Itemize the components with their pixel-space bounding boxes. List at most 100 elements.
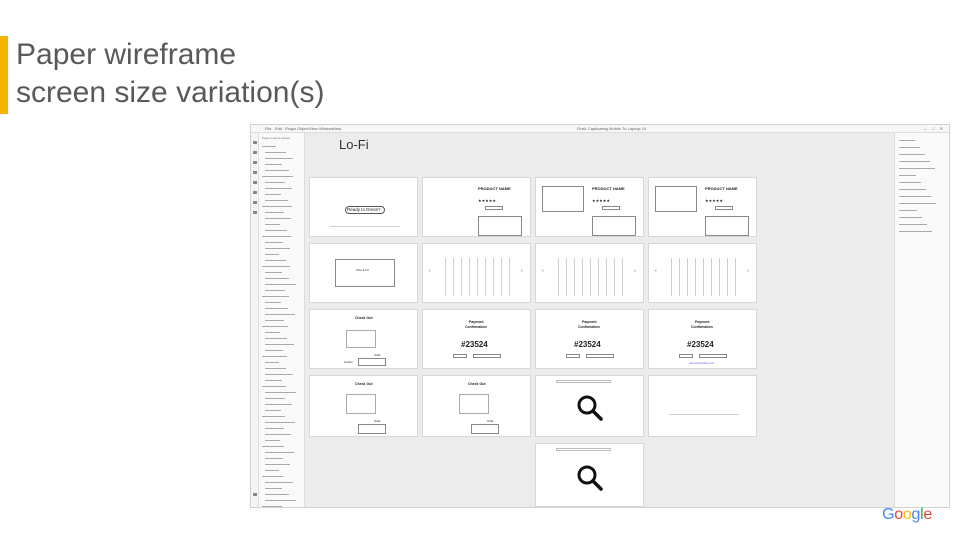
layer-row[interactable] (262, 421, 300, 424)
layer-row[interactable] (262, 445, 300, 448)
layer-row[interactable] (262, 379, 300, 382)
property-row[interactable] (899, 216, 943, 219)
ellipse-tool-icon[interactable] (253, 161, 257, 164)
add-to-cart-button[interactable] (485, 206, 503, 210)
layer-row[interactable] (262, 355, 300, 358)
property-row[interactable] (899, 202, 943, 205)
payment-options[interactable] (358, 424, 386, 434)
text-tool-icon[interactable] (253, 191, 257, 194)
chevron-left-icon[interactable]: ‹ (542, 268, 544, 274)
layer-row[interactable] (262, 361, 300, 364)
property-row[interactable] (899, 209, 943, 212)
menu-edit[interactable]: Edit (275, 126, 282, 131)
menu-view[interactable]: View (309, 126, 318, 131)
layer-row[interactable] (262, 199, 300, 202)
add-to-cart-button[interactable] (715, 206, 733, 210)
layer-row[interactable] (262, 457, 300, 460)
layer-row[interactable] (262, 367, 300, 370)
layer-row[interactable] (262, 289, 300, 292)
search-icon[interactable] (576, 464, 604, 492)
chevron-right-icon[interactable]: › (521, 268, 523, 274)
layer-row[interactable] (262, 205, 300, 208)
zoom-tool-icon[interactable] (253, 211, 257, 214)
layer-row[interactable] (262, 481, 300, 484)
property-row[interactable] (899, 146, 943, 149)
payment-options[interactable] (471, 424, 499, 434)
artboard-search-1[interactable] (535, 375, 644, 437)
artboard-gallery-2[interactable]: ‹ › (535, 243, 644, 303)
artboard-tool-icon[interactable] (253, 201, 257, 204)
menu-file[interactable]: File (265, 126, 271, 131)
email-field[interactable] (473, 354, 501, 358)
select-tool-icon[interactable] (253, 141, 257, 144)
layer-row[interactable] (262, 373, 300, 376)
layer-row[interactable] (262, 193, 300, 196)
confirm-label[interactable]: Confirm (344, 361, 353, 364)
property-row[interactable] (899, 174, 943, 177)
menu-object[interactable]: Object (297, 126, 309, 131)
layer-row[interactable] (262, 217, 300, 220)
layer-row[interactable] (262, 265, 300, 268)
layer-row[interactable] (262, 247, 300, 250)
layer-row[interactable] (262, 403, 300, 406)
layer-row[interactable] (262, 331, 300, 334)
search-icon[interactable] (576, 394, 604, 422)
layer-row[interactable] (262, 157, 300, 160)
layer-row[interactable] (262, 349, 300, 352)
artboard-checkout-1[interactable]: Check Out Total Confirm (309, 309, 418, 369)
layer-row[interactable] (262, 241, 300, 244)
layer-row[interactable] (262, 175, 300, 178)
artboard-search-2[interactable] (535, 443, 644, 507)
home-button[interactable] (566, 354, 580, 358)
artboard-checkout-3[interactable]: Check Out Total (422, 375, 531, 437)
layer-row[interactable] (262, 343, 300, 346)
email-field[interactable] (699, 354, 727, 358)
layer-row[interactable] (262, 427, 300, 430)
layer-row[interactable] (262, 187, 300, 190)
property-row[interactable] (899, 160, 943, 163)
layer-row[interactable] (262, 145, 300, 148)
property-row[interactable] (899, 181, 943, 184)
artboard-blank[interactable] (648, 375, 757, 437)
layer-row[interactable] (262, 151, 300, 154)
artboard-size-chart[interactable]: Size & Fit (309, 243, 418, 303)
artboard-confirmation-3[interactable]: Payment Confirmation #23524 www.confirma… (648, 309, 757, 369)
chevron-right-icon[interactable]: › (634, 268, 636, 274)
artboard-product-3[interactable]: PRODUCT NAME ★★★★★ (648, 177, 757, 237)
menu-window[interactable]: Window (319, 126, 333, 131)
layer-row[interactable] (262, 295, 300, 298)
artboard-confirmation-2[interactable]: Payment Confirmation #23524 (535, 309, 644, 369)
property-row[interactable] (899, 223, 943, 226)
layer-row[interactable] (262, 283, 300, 286)
artboard-checkout-2[interactable]: Check Out Total (309, 375, 418, 437)
layer-row[interactable] (262, 397, 300, 400)
layer-row[interactable] (262, 487, 300, 490)
layer-row[interactable] (262, 493, 300, 496)
property-row[interactable] (899, 195, 943, 198)
chevron-left-icon[interactable]: ‹ (429, 268, 431, 274)
layer-row[interactable] (262, 301, 300, 304)
chevron-left-icon[interactable]: ‹ (655, 268, 657, 274)
layer-row[interactable] (262, 307, 300, 310)
email-field[interactable] (586, 354, 614, 358)
layer-row[interactable] (262, 169, 300, 172)
layer-row[interactable] (262, 325, 300, 328)
menu-help[interactable]: Help (333, 126, 341, 131)
layer-row[interactable] (262, 499, 300, 502)
artboard-product-2[interactable]: PRODUCT NAME ★★★★★ (535, 177, 644, 237)
property-row[interactable] (899, 153, 943, 156)
layer-row[interactable] (262, 505, 300, 507)
layer-row[interactable] (262, 319, 300, 322)
chevron-right-icon[interactable]: › (747, 268, 749, 274)
layer-row[interactable] (262, 439, 300, 442)
layer-row[interactable] (262, 271, 300, 274)
layer-row[interactable] (262, 223, 300, 226)
layer-row[interactable] (262, 475, 300, 478)
property-row[interactable] (899, 188, 943, 191)
layer-row[interactable] (262, 235, 300, 238)
settings-icon[interactable] (253, 493, 257, 496)
artboard-confirmation-1[interactable]: Payment Confirmation #23524 (422, 309, 531, 369)
window-controls[interactable]: — □ ✕ (923, 126, 945, 131)
payment-options[interactable] (358, 358, 386, 366)
layers-tabs[interactable]: Pages Layers Assets (262, 136, 290, 140)
